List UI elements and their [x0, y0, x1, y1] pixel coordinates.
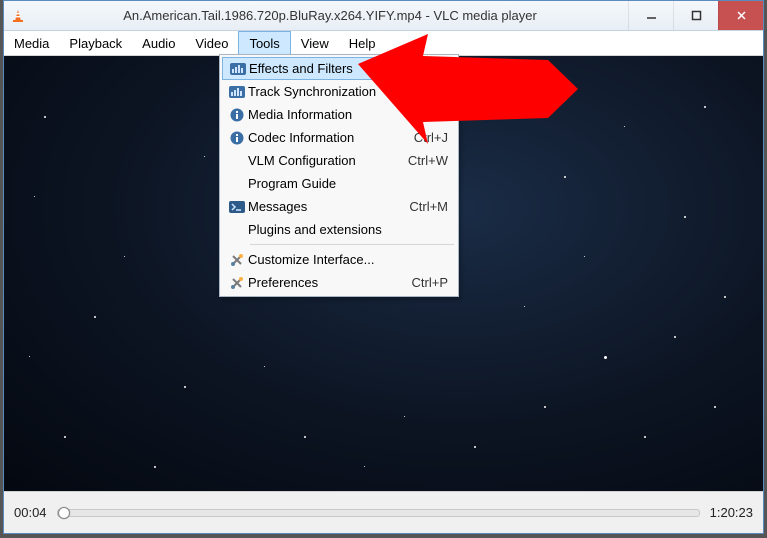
tools-menu-item-track-synchronization[interactable]: Track Synchronization: [222, 80, 456, 103]
menu-separator: [250, 244, 454, 245]
menu-item-shortcut: Ctrl+M: [409, 199, 448, 214]
menu-help[interactable]: Help: [339, 31, 386, 55]
menu-item-shortcut: Ctrl+W: [408, 153, 448, 168]
menu-label: Media: [14, 36, 49, 51]
menu-playback[interactable]: Playback: [59, 31, 132, 55]
tools-menu-item-plugins-and-extensions[interactable]: Plugins and extensions: [222, 218, 456, 241]
menu-item-shortcut: Ctrl+I: [417, 107, 448, 122]
tools-menu-item-messages[interactable]: Messages Ctrl+M: [222, 195, 456, 218]
tools-menu-item-codec-information[interactable]: Codec Information Ctrl+J: [222, 126, 456, 149]
info-icon: [226, 131, 248, 145]
menu-item-shortcut: Ctrl+J: [414, 130, 448, 145]
menu-label: Playback: [69, 36, 122, 51]
menu-item-label: Effects and Filters: [249, 61, 395, 76]
menu-label: Video: [195, 36, 228, 51]
time-total: 1:20:23: [710, 505, 753, 520]
menu-item-label: Messages: [248, 199, 393, 214]
menu-view[interactable]: View: [291, 31, 339, 55]
menu-item-label: Preferences: [248, 275, 396, 290]
window-controls: [628, 1, 763, 30]
close-button[interactable]: [718, 1, 763, 30]
menu-item-label: Media Information: [248, 107, 401, 122]
time-current: 00:04: [14, 505, 47, 520]
menubar: Media Playback Audio Video Tools View He…: [4, 31, 763, 56]
menu-media[interactable]: Media: [4, 31, 59, 55]
tools-menu-item-customize-interface[interactable]: Customize Interface...: [222, 248, 456, 271]
menu-label: View: [301, 36, 329, 51]
wrench-icon: [226, 253, 248, 267]
eq-icon: [227, 63, 249, 75]
menu-item-shortcut: Ctrl+P: [412, 275, 448, 290]
seek-track[interactable]: [57, 509, 700, 517]
menu-video[interactable]: Video: [185, 31, 238, 55]
tools-menu-item-vlm-configuration[interactable]: VLM Configuration Ctrl+W: [222, 149, 456, 172]
menu-item-label: Program Guide: [248, 176, 448, 191]
minimize-button[interactable]: [628, 1, 673, 30]
tools-menu-item-preferences[interactable]: Preferences Ctrl+P: [222, 271, 456, 294]
menu-tools[interactable]: Tools: [238, 31, 290, 55]
menu-item-shortcut: Ctrl+E: [411, 61, 447, 76]
menu-item-label: Customize Interface...: [248, 252, 448, 267]
seek-thumb[interactable]: [58, 507, 70, 519]
seekbar: 00:04 1:20:23: [4, 491, 763, 533]
menu-label: Tools: [249, 36, 279, 51]
menu-audio[interactable]: Audio: [132, 31, 185, 55]
terminal-icon: [226, 201, 248, 213]
maximize-button[interactable]: [673, 1, 718, 30]
vlc-cone-icon: [10, 8, 26, 24]
titlebar: An.American.Tail.1986.720p.BluRay.x264.Y…: [4, 1, 763, 31]
info-icon: [226, 108, 248, 122]
tools-menu-item-media-information[interactable]: Media Information Ctrl+I: [222, 103, 456, 126]
window-title: An.American.Tail.1986.720p.BluRay.x264.Y…: [32, 8, 628, 23]
tools-menu-item-program-guide[interactable]: Program Guide: [222, 172, 456, 195]
eq-icon: [226, 86, 248, 98]
wrench-icon: [226, 276, 248, 290]
tools-dropdown: Effects and Filters Ctrl+E Track Synchroni…: [219, 54, 459, 297]
tools-menu-item-effects-and-filters[interactable]: Effects and Filters Ctrl+E: [222, 57, 456, 80]
menu-item-label: VLM Configuration: [248, 153, 392, 168]
menu-item-label: Plugins and extensions: [248, 222, 448, 237]
menu-label: Help: [349, 36, 376, 51]
menu-item-label: Track Synchronization: [248, 84, 448, 99]
menu-label: Audio: [142, 36, 175, 51]
menu-item-label: Codec Information: [248, 130, 398, 145]
